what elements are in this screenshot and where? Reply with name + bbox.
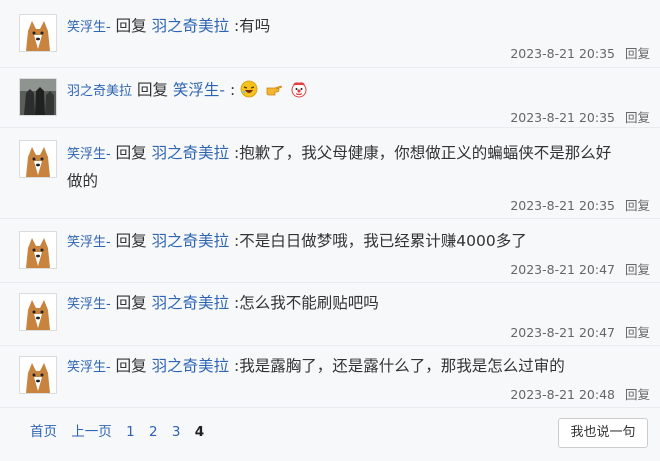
reply-button[interactable]: 回复	[625, 110, 650, 125]
corgi-avatar-icon	[20, 141, 56, 177]
page-2-link[interactable]: 2	[149, 424, 158, 440]
reply-item: 羽之奇美拉 回复 笑浮生- : 2023-8-21 20:35 回复	[0, 68, 660, 128]
reply-item: 笑浮生- 回复 羽之奇美拉 :怎么我不能刷贴吧吗 2023-8-21 20:47…	[0, 283, 660, 346]
reply-time: 2023-8-21 20:35	[510, 198, 615, 213]
say-something-button[interactable]: 我也说一句	[558, 418, 648, 448]
reply-meta: 2023-8-21 20:35 回复	[510, 43, 650, 62]
reply-content: 笑浮生- 回复 羽之奇美拉 :我是露胸了，还是露什么了，那我是怎么过审的	[67, 353, 647, 381]
reply-target-link[interactable]: 羽之奇美拉	[152, 357, 230, 375]
username-link[interactable]: 羽之奇美拉	[67, 84, 132, 99]
reply-meta: 2023-8-21 20:48 回复	[510, 384, 650, 403]
reply-content: 笑浮生- 回复 羽之奇美拉 :怎么我不能刷贴吧吗	[67, 290, 647, 318]
reply-item: 笑浮生- 回复 羽之奇美拉 :不是白日做梦哦，我已经累计赚4000多了 2023…	[0, 219, 660, 283]
corgi-avatar-icon	[20, 15, 56, 51]
pointing-hand-icon	[266, 85, 282, 96]
avatar[interactable]	[19, 78, 57, 116]
reply-time: 2023-8-21 20:35	[510, 110, 615, 125]
corgi-avatar-icon	[20, 232, 56, 268]
clown-face-icon	[291, 82, 307, 98]
username-link[interactable]: 笑浮生-	[67, 20, 111, 35]
laughing-face-icon	[240, 80, 258, 98]
pagination: 首页 上一页 1 2 3 4	[30, 420, 214, 440]
reply-time: 2023-8-21 20:47	[510, 325, 615, 340]
page-3-link[interactable]: 3	[172, 424, 181, 440]
reply-button[interactable]: 回复	[625, 387, 650, 402]
reply-text: :不是白日做梦哦，我已经累计赚4000多了	[234, 232, 527, 250]
reply-text: :有吗	[234, 17, 271, 35]
reply-target-link[interactable]: 笑浮生-	[173, 81, 225, 99]
reply-button[interactable]: 回复	[625, 325, 650, 340]
page-current: 4	[194, 424, 205, 440]
reply-button[interactable]: 回复	[625, 198, 650, 213]
reply-button[interactable]: 回复	[625, 46, 650, 61]
reply-content: 羽之奇美拉 回复 笑浮生- :	[67, 77, 647, 105]
reply-word: 回复	[115, 144, 147, 162]
reply-text: :	[229, 81, 236, 99]
reply-content: 笑浮生- 回复 羽之奇美拉 :不是白日做梦哦，我已经累计赚4000多了	[67, 228, 647, 256]
username-link[interactable]: 笑浮生-	[67, 297, 111, 312]
reply-item: 笑浮生- 回复 羽之奇美拉 :有吗 2023-8-21 20:35 回复	[0, 0, 660, 68]
reply-content: 笑浮生- 回复 羽之奇美拉 :抱歉了，我父母健康，你想做正义的蝙蝠侠不是那么好 …	[67, 140, 647, 195]
reply-text-continued: 做的	[67, 172, 99, 190]
reply-word: 回复	[115, 232, 147, 250]
reply-meta: 2023-8-21 20:47 回复	[510, 322, 650, 341]
reply-target-link[interactable]: 羽之奇美拉	[152, 144, 230, 162]
reply-target-link[interactable]: 羽之奇美拉	[152, 232, 230, 250]
username-link[interactable]: 笑浮生-	[67, 235, 111, 250]
reply-target-link[interactable]: 羽之奇美拉	[152, 17, 230, 35]
avatar[interactable]	[19, 293, 57, 331]
reply-word: 回复	[115, 17, 147, 35]
avatar[interactable]	[19, 140, 57, 178]
reply-word: 回复	[115, 357, 147, 375]
reply-button[interactable]: 回复	[625, 262, 650, 277]
avatar[interactable]	[19, 231, 57, 269]
corgi-avatar-icon	[20, 357, 56, 393]
corgi-avatar-icon	[20, 294, 56, 330]
dark-figures-avatar-icon	[20, 79, 56, 115]
reply-meta: 2023-8-21 20:35 回复	[510, 195, 650, 214]
page-1-link[interactable]: 1	[126, 424, 135, 440]
reply-target-link[interactable]: 羽之奇美拉	[152, 294, 230, 312]
reply-text: :抱歉了，我父母健康，你想做正义的蝙蝠侠不是那么好	[234, 144, 612, 162]
reply-item: 笑浮生- 回复 羽之奇美拉 :抱歉了，我父母健康，你想做正义的蝙蝠侠不是那么好 …	[0, 128, 660, 219]
username-link[interactable]: 笑浮生-	[67, 147, 111, 162]
reply-time: 2023-8-21 20:47	[510, 262, 615, 277]
reply-content: 笑浮生- 回复 羽之奇美拉 :有吗	[67, 13, 647, 41]
page-prev-link[interactable]: 上一页	[71, 424, 112, 440]
reply-text: :怎么我不能刷贴吧吗	[234, 294, 379, 312]
reply-word: 回复	[115, 294, 147, 312]
avatar[interactable]	[19, 356, 57, 394]
reply-meta: 2023-8-21 20:35 回复	[510, 107, 650, 126]
username-link[interactable]: 笑浮生-	[67, 360, 111, 375]
reply-item: 笑浮生- 回复 羽之奇美拉 :我是露胸了，还是露什么了，那我是怎么过审的 202…	[0, 346, 660, 408]
reply-meta: 2023-8-21 20:47 回复	[510, 259, 650, 278]
reply-time: 2023-8-21 20:48	[510, 387, 615, 402]
reply-word: 回复	[136, 81, 168, 99]
reply-text: :我是露胸了，还是露什么了，那我是怎么过审的	[234, 357, 565, 375]
page-first-link[interactable]: 首页	[30, 424, 57, 440]
avatar[interactable]	[19, 14, 57, 52]
reply-time: 2023-8-21 20:35	[510, 46, 615, 61]
